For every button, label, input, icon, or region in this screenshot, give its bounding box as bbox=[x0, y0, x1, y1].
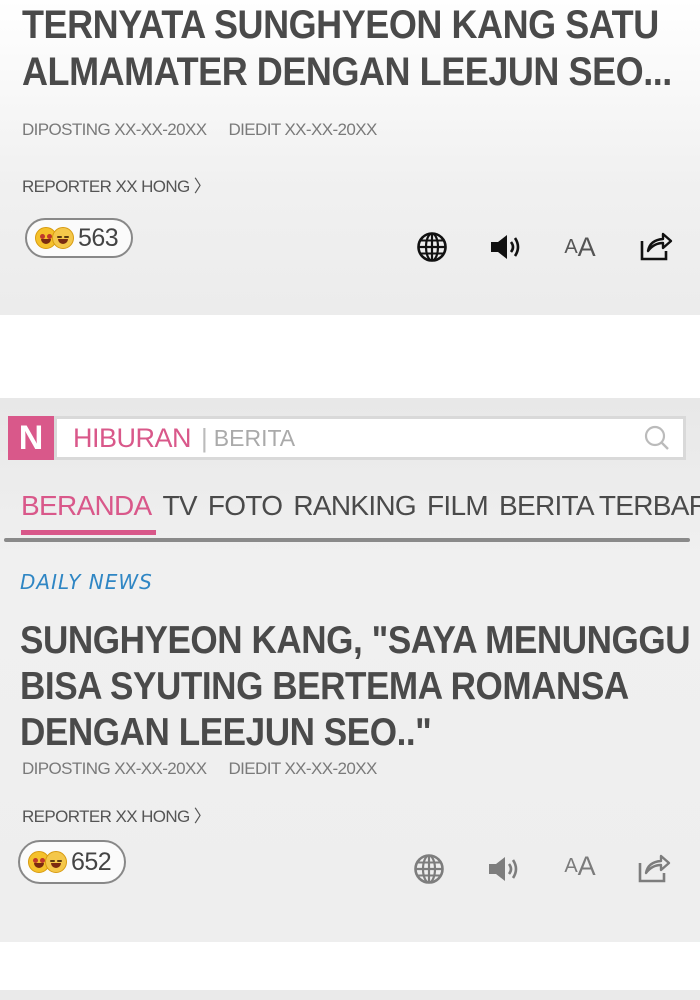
next-panel-edge bbox=[0, 990, 700, 1000]
title-line: BISA SYUTING BERTEMA ROMANSA bbox=[20, 665, 629, 708]
reaction-count: 563 bbox=[78, 223, 119, 252]
article-meta-top: DIPOSTING XX-XX-20XX DIEDIT XX-XX-20XX bbox=[22, 120, 399, 140]
search-icon[interactable] bbox=[643, 424, 671, 452]
title-line: ALMAMATER DENGAN LEEJUN SEO... bbox=[22, 50, 672, 94]
globe-icon[interactable] bbox=[411, 851, 447, 887]
font-size-icon[interactable]: AA bbox=[560, 848, 600, 884]
article-title-top: TERNYATA SUNGHYEON KANG SATU ALMAMATER D… bbox=[22, 2, 672, 96]
reaction-button-top[interactable]: 563 bbox=[25, 218, 133, 258]
posted-date: DIPOSTING XX-XX-20XX bbox=[22, 120, 207, 139]
laughing-emoji-icon bbox=[45, 851, 67, 873]
laughing-emoji-icon bbox=[52, 227, 74, 249]
title-line: TERNYATA SUNGHYEON KANG SATU bbox=[22, 3, 659, 47]
nav-tabs: BERANDA TV FOTO RANKING FILM BERITA TERB… bbox=[14, 490, 700, 535]
reporter-link-top[interactable]: REPORTER XX HONG 〉 bbox=[22, 172, 211, 197]
section-divider: | bbox=[201, 422, 208, 453]
edited-date: DIEDIT XX-XX-20XX bbox=[228, 759, 378, 778]
section-label[interactable]: HIBURAN bbox=[73, 423, 192, 454]
reporter-link-main[interactable]: REPORTER XX HONG 〉 bbox=[22, 802, 211, 827]
tab-divider bbox=[4, 538, 690, 542]
tab-beranda[interactable]: BERANDA bbox=[21, 490, 157, 535]
search-bar[interactable]: HIBURAN | BERITA bbox=[54, 416, 686, 460]
article-title-main: SUNGHYEON KANG, "SAYA MENUNGGU BISA SYUT… bbox=[20, 618, 691, 756]
daily-news-logo: DAILY NEWS bbox=[20, 570, 153, 594]
share-icon[interactable] bbox=[634, 849, 674, 887]
font-size-icon[interactable]: AA bbox=[560, 229, 600, 265]
edited-date: DIEDIT XX-XX-20XX bbox=[228, 120, 378, 139]
reaction-count: 652 bbox=[71, 847, 112, 876]
share-icon[interactable] bbox=[636, 227, 676, 265]
title-line: SUNGHYEON KANG, "SAYA MENUNGGU bbox=[20, 619, 691, 662]
speaker-icon[interactable] bbox=[485, 851, 523, 887]
globe-icon[interactable] bbox=[414, 229, 450, 265]
tab-foto[interactable]: FOTO bbox=[208, 490, 283, 530]
subsection-label[interactable]: BERITA bbox=[214, 425, 295, 452]
posted-date: DIPOSTING XX-XX-20XX bbox=[22, 759, 207, 778]
reaction-button-main[interactable]: 652 bbox=[18, 840, 126, 884]
title-line: DENGAN LEEJUN SEO.." bbox=[20, 711, 432, 754]
article-meta-main: DIPOSTING XX-XX-20XX DIEDIT XX-XX-20XX bbox=[22, 759, 399, 779]
tab-film[interactable]: FILM bbox=[427, 490, 489, 530]
tab-berita-terbaru[interactable]: BERITA TERBARU bbox=[499, 490, 700, 530]
tab-ranking[interactable]: RANKING bbox=[293, 490, 416, 530]
speaker-icon[interactable] bbox=[487, 229, 525, 265]
tab-tv[interactable]: TV bbox=[162, 490, 197, 530]
site-logo[interactable]: N bbox=[8, 416, 54, 460]
